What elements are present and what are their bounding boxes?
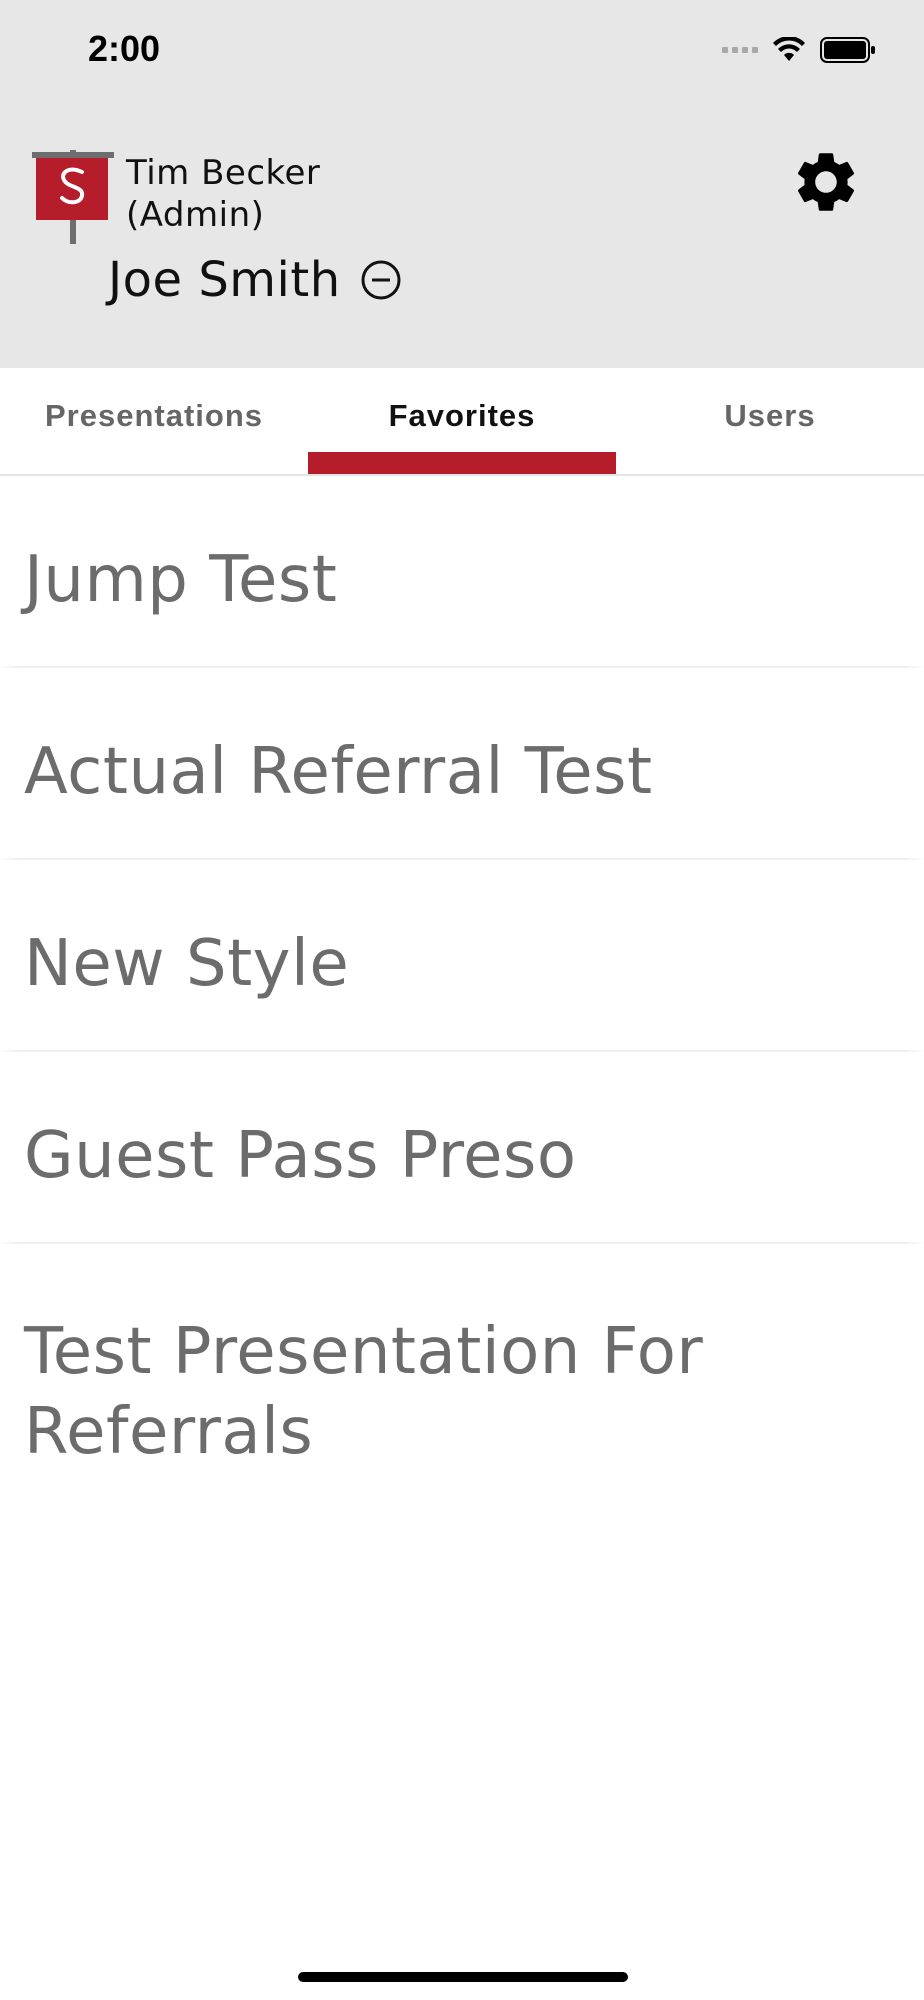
tab-label: Users (724, 398, 816, 433)
status-time: 2:00 (88, 28, 161, 69)
app-logo-icon (32, 150, 114, 244)
favorites-list: Jump Test Actual Referral Test New Style… (0, 476, 924, 1476)
tab-label: Favorites (388, 398, 536, 433)
list-item[interactable]: Actual Referral Test (0, 668, 924, 858)
wifi-icon (773, 37, 805, 61)
item-title: Jump Test (24, 543, 338, 617)
item-title: Test Presentation For Referrals (24, 1315, 704, 1469)
list-item[interactable]: Jump Test (0, 476, 924, 666)
current-user-name: Tim Becker (Admin) (126, 153, 321, 235)
tab-bar: Presentations Favorites Users (0, 368, 924, 476)
active-tab-indicator (308, 452, 616, 474)
battery-icon (820, 37, 875, 63)
remove-circle-icon[interactable] (359, 258, 403, 302)
item-title: Actual Referral Test (24, 735, 653, 809)
item-title: New Style (24, 927, 350, 1001)
signal-icon (722, 47, 758, 53)
item-title: Guest Pass Preso (24, 1119, 577, 1193)
tab-favorites[interactable]: Favorites (308, 368, 616, 474)
gear-icon[interactable] (790, 146, 862, 218)
list-item[interactable]: New Style (0, 860, 924, 1050)
tab-label: Presentations (44, 398, 263, 433)
selected-client: Joe Smith (108, 252, 403, 308)
client-name: Joe Smith (108, 252, 341, 308)
app-header: 2:00 Tim Becker (Admin) Joe Smith (0, 0, 924, 368)
tab-users[interactable]: Users (616, 368, 924, 474)
home-indicator[interactable] (298, 1972, 628, 1982)
tab-presentations[interactable]: Presentations (0, 368, 308, 474)
list-item[interactable]: Test Presentation For Referrals (0, 1244, 924, 1474)
list-item[interactable]: Guest Pass Preso (0, 1052, 924, 1242)
status-icons (722, 30, 876, 70)
